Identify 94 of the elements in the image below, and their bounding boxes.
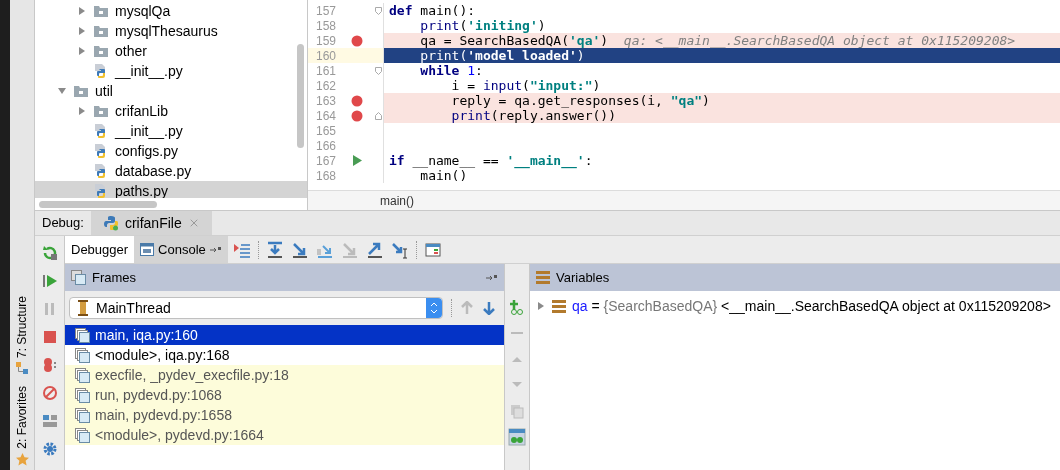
- horizontal-scrollbar[interactable]: [39, 200, 157, 208]
- folder-icon: [93, 4, 109, 18]
- tree-item[interactable]: database.py: [35, 161, 307, 181]
- code-line: if __name__ == '__main__':: [389, 153, 593, 168]
- folder-icon: [93, 44, 109, 58]
- fold-marker-icon[interactable]: [375, 6, 382, 15]
- stack-frame[interactable]: main, iqa.py:160: [65, 325, 504, 345]
- line-number: 167: [315, 152, 336, 170]
- run-icon[interactable]: [352, 155, 362, 166]
- tree-item[interactable]: other: [35, 41, 307, 61]
- variable-entry[interactable]: qa = {SearchBasedQA} <__main__.SearchBasedQA object at 0x115209208>: [572, 295, 1051, 317]
- line-number: 164: [315, 107, 336, 125]
- stack-frame-icon: [75, 347, 90, 363]
- console-icon: [140, 243, 155, 256]
- debugger-tab[interactable]: Console: [134, 236, 228, 263]
- dropdown-arrows-icon: [430, 302, 438, 314]
- down-arrow-icon[interactable]: [482, 301, 496, 315]
- tree-item[interactable]: configs.py: [35, 141, 307, 161]
- code-line: main(): [419, 168, 468, 183]
- tree-item[interactable]: crifanLib: [35, 101, 307, 121]
- tree-item[interactable]: __init__.py: [35, 121, 307, 141]
- fold-marker-icon[interactable]: [375, 66, 382, 75]
- breakpoint-icon[interactable]: [351, 34, 363, 47]
- line-number: 159: [315, 32, 336, 50]
- stack-frame[interactable]: execfile, _pydev_execfile.py:18: [65, 365, 504, 385]
- rerun-icon[interactable]: [40, 244, 59, 262]
- tree-item[interactable]: mysqlQa: [35, 1, 307, 21]
- add-watch-icon[interactable]: [508, 298, 526, 316]
- code-line: def main():: [389, 3, 476, 18]
- layout-icon[interactable]: [40, 412, 59, 430]
- collapsed-arrow-icon[interactable]: [536, 301, 546, 311]
- code-line: print(reply.answer()): [450, 108, 616, 123]
- debugger-tab[interactable]: Debugger: [65, 236, 135, 263]
- watches-icon[interactable]: [508, 428, 526, 446]
- pin-icon[interactable]: [486, 273, 498, 282]
- object-icon: [552, 299, 566, 313]
- code-line: while 1:: [419, 63, 483, 78]
- run-to-cursor-icon[interactable]: [390, 240, 409, 259]
- code-line: print('model loaded'): [419, 48, 585, 63]
- tree-item[interactable]: util: [35, 81, 307, 101]
- resume-icon[interactable]: [40, 272, 59, 290]
- variables-icon: [536, 271, 550, 284]
- code-line: i = input("input:"): [450, 78, 601, 93]
- stack-frame-icon: [75, 387, 90, 403]
- star-icon: [15, 453, 29, 466]
- folder-icon: [73, 84, 89, 98]
- line-number: 160: [315, 47, 336, 65]
- folder-icon: [93, 24, 109, 38]
- stack-frame-icon: [75, 327, 90, 343]
- expanded-arrow-icon[interactable]: [57, 86, 67, 96]
- stack-frame-icon: [75, 407, 90, 423]
- line-number: 158: [315, 17, 336, 35]
- code-line: qa = SearchBasedQA('qa') qa: <__main__.SearchBasedQA object at 0x115209208>: [419, 33, 1016, 48]
- code-line: reply = qa.get_responses(i, "qa"): [450, 93, 710, 108]
- tree-item[interactable]: __init__.py: [35, 61, 307, 81]
- line-number: 165: [315, 122, 336, 140]
- tool-window-tab[interactable]: 7: Structure: [13, 296, 31, 359]
- stack-frame[interactable]: <module>, pydevd.py:1664: [65, 425, 504, 445]
- debug-label: Debug:: [41, 214, 85, 233]
- breakpoint-icon[interactable]: [351, 94, 363, 107]
- thread-icon: [78, 300, 88, 316]
- stack-frame[interactable]: run, pydevd.py:1068: [65, 385, 504, 405]
- stack-frame[interactable]: main, pydevd.py:1658: [65, 405, 504, 425]
- stack-frame-icon: [75, 427, 90, 443]
- tree-item[interactable]: paths.py: [35, 181, 307, 198]
- python-icon: [102, 215, 119, 231]
- tool-window-tab[interactable]: 2: Favorites: [13, 386, 31, 449]
- step-over-icon[interactable]: [265, 240, 284, 259]
- stack-frame-icon: [75, 367, 90, 383]
- breakpoint-icon[interactable]: [351, 109, 363, 122]
- frames-icon: [71, 270, 86, 285]
- line-number: 163: [315, 92, 336, 110]
- tree-item[interactable]: mysqlThesaurus: [35, 21, 307, 41]
- fold-marker-icon[interactable]: [375, 111, 382, 120]
- line-number: 166: [315, 137, 336, 155]
- session-tab[interactable]: crifanFile: [90, 211, 212, 235]
- folder-icon: [93, 104, 109, 118]
- line-number: 161: [315, 62, 336, 80]
- frames-title: Frames: [92, 268, 138, 287]
- step-into-icon[interactable]: [290, 240, 309, 259]
- line-number: 162: [315, 77, 336, 95]
- breadcrumb[interactable]: main(): [380, 191, 414, 210]
- evaluate-icon[interactable]: [423, 240, 442, 259]
- variables-title: Variables: [556, 268, 610, 287]
- mute-breakpoints-icon[interactable]: [40, 384, 59, 402]
- code-line: print('initing'): [419, 18, 546, 33]
- vertical-scrollbar[interactable]: [297, 44, 304, 148]
- step-out-icon[interactable]: [365, 240, 384, 259]
- pin-icon[interactable]: [209, 245, 222, 254]
- line-number: 157: [315, 2, 336, 20]
- structure-icon: [16, 362, 28, 375]
- line-number: 168: [315, 167, 336, 185]
- thread-dropdown[interactable]: MainThread: [69, 297, 443, 319]
- collapsed-arrow-icon[interactable]: [77, 106, 87, 116]
